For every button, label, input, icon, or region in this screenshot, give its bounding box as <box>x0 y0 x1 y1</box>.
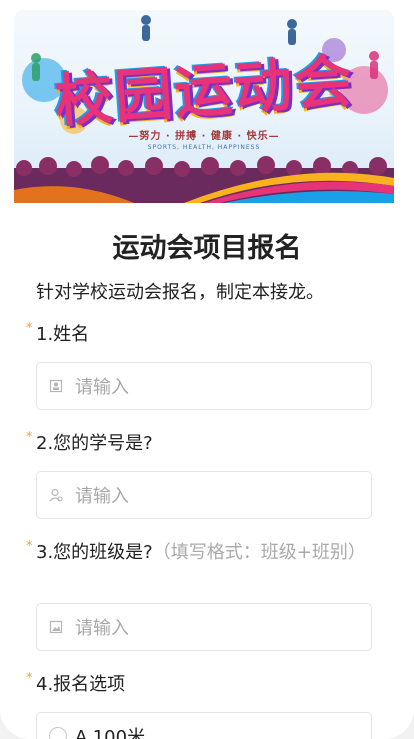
banner-slogan-en: SPORTS, HEALTH, HAPPINESS <box>147 144 261 151</box>
input-placeholder: 请输入 <box>75 377 129 398</box>
required-mark: * <box>26 671 33 686</box>
question-label: 2.您的学号是? <box>36 433 153 454</box>
student-id-input[interactable]: 请输入 <box>36 471 372 519</box>
banner-slogan: —努力 · 拼搏 · 健康 · 快乐— <box>128 131 280 142</box>
screen-corner-left <box>0 709 34 739</box>
question-text: 3.您的班级是? <box>36 542 153 563</box>
question-label: 4.报名选项 <box>36 674 126 695</box>
screen-corner-right <box>380 709 414 739</box>
name-input[interactable]: 请输入 <box>36 362 372 410</box>
option-label: A.100米 <box>75 727 146 739</box>
form-title: 运动会项目报名 <box>112 233 302 264</box>
required-mark: * <box>26 539 33 554</box>
header-banner: 校园运动会 —努力 · 拼搏 · 健康 · 快乐— SPORTS, HEALTH… <box>14 10 394 203</box>
user-id-icon <box>49 488 63 502</box>
question-label: 1.姓名 <box>36 324 90 345</box>
person-icon <box>49 379 63 393</box>
input-placeholder: 请输入 <box>75 486 129 507</box>
radio-button[interactable] <box>49 727 67 739</box>
image-icon <box>49 620 63 634</box>
question-label: 3.您的班级是?（填写格式：班级+班别） <box>36 541 376 565</box>
option-a-100m[interactable]: A.100米 <box>36 712 372 739</box>
question-hint: （填写格式：班级+班别） <box>152 542 366 563</box>
class-input[interactable]: 请输入 <box>36 603 372 651</box>
input-placeholder: 请输入 <box>75 618 129 639</box>
form-description: 针对学校运动会报名，制定本接龙。 <box>36 282 324 303</box>
required-mark: * <box>26 321 33 336</box>
required-mark: * <box>26 430 33 445</box>
